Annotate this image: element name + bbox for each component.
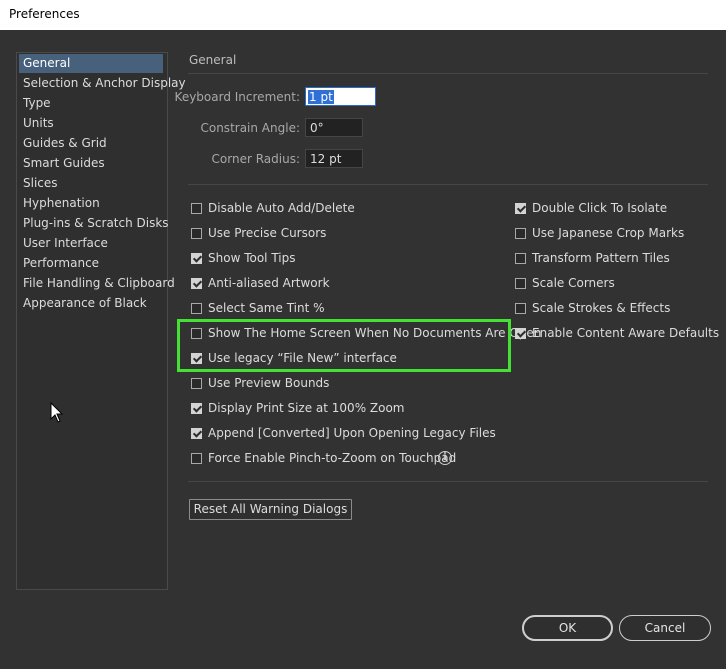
option-label: Use Precise Cursors: [208, 226, 327, 240]
info-icon[interactable]: i: [438, 451, 452, 465]
option-label: Append [Converted] Upon Opening Legacy F…: [208, 426, 496, 440]
checkbox[interactable]: [191, 228, 202, 239]
sidebar-item-general[interactable]: General: [19, 54, 163, 73]
checkbox-checked[interactable]: [191, 253, 202, 264]
checkbox[interactable]: [191, 303, 202, 314]
corner-radius-field[interactable]: 12 pt: [305, 149, 363, 168]
sidebar-item-slices[interactable]: Slices: [19, 174, 163, 193]
section-title: General: [189, 53, 237, 67]
cancel-button[interactable]: Cancel: [619, 615, 711, 641]
checkbox-checked[interactable]: [191, 403, 202, 414]
option-label: Display Print Size at 100% Zoom: [208, 401, 405, 415]
option-label: Double Click To Isolate: [532, 201, 668, 215]
option-label: Select Same Tint %: [208, 301, 325, 315]
checkbox[interactable]: [515, 253, 526, 264]
checkbox[interactable]: [191, 453, 202, 464]
window-title: Preferences: [9, 7, 80, 21]
checkbox-checked[interactable]: [191, 278, 202, 289]
preferences-sidebar: General Selection & Anchor Display Type …: [16, 52, 186, 590]
mouse-cursor-icon: [50, 402, 64, 423]
sidebar-item-smart-guides[interactable]: Smart Guides: [19, 154, 163, 173]
checkbox-checked[interactable]: [191, 428, 202, 439]
title-bar: Preferences: [0, 0, 726, 30]
checkbox[interactable]: [191, 378, 202, 389]
option-label: Scale Strokes & Effects: [532, 301, 671, 315]
sidebar-item-user-interface[interactable]: User Interface: [19, 234, 163, 253]
sidebar-item-performance[interactable]: Performance: [19, 254, 163, 273]
option-label: Force Enable Pinch-to-Zoom on Touchpad: [208, 451, 457, 465]
divider: [188, 73, 708, 74]
option-label: Use Preview Bounds: [208, 376, 330, 390]
divider: [188, 481, 708, 482]
constrain-angle-field[interactable]: 0°: [305, 118, 363, 137]
keyboard-increment-label: Keyboard Increment:: [174, 90, 300, 104]
sidebar-item-hyphenation[interactable]: Hyphenation: [19, 194, 163, 213]
corner-radius-label: Corner Radius:: [211, 152, 300, 166]
sidebar-item-file-handling-clipboard[interactable]: File Handling & Clipboard: [19, 274, 175, 293]
sidebar-item-type[interactable]: Type: [19, 94, 163, 113]
option-label: Enable Content Aware Defaults: [532, 326, 720, 340]
keyboard-increment-field[interactable]: 1 pt: [305, 87, 376, 106]
checkbox[interactable]: [191, 203, 202, 214]
sidebar-item-plugins-scratch-disks[interactable]: Plug-ins & Scratch Disks: [19, 214, 169, 233]
sidebar-item-appearance-of-black[interactable]: Appearance of Black: [19, 294, 163, 313]
keyboard-increment-value: 1 pt: [308, 90, 334, 104]
option-label: Scale Corners: [532, 276, 615, 290]
checkbox-checked[interactable]: [515, 203, 526, 214]
option-label: Disable Auto Add/Delete: [208, 201, 355, 215]
reset-warning-dialogs-button[interactable]: Reset All Warning Dialogs: [189, 499, 352, 520]
checkbox[interactable]: [515, 278, 526, 289]
constrain-angle-label: Constrain Angle:: [200, 121, 300, 135]
sidebar-item-guides-grid[interactable]: Guides & Grid: [19, 134, 163, 153]
checkbox[interactable]: [515, 228, 526, 239]
ok-button[interactable]: OK: [522, 615, 613, 641]
option-label: Transform Pattern Tiles: [532, 251, 670, 265]
checkbox-checked[interactable]: [515, 328, 526, 339]
sidebar-item-units[interactable]: Units: [19, 114, 163, 133]
divider: [188, 184, 708, 185]
option-label: Use Japanese Crop Marks: [532, 226, 685, 240]
checkbox[interactable]: [515, 303, 526, 314]
highlight-box: [177, 319, 511, 372]
option-label: Show Tool Tips: [208, 251, 296, 265]
option-label: Anti-aliased Artwork: [208, 276, 330, 290]
sidebar-item-selection-anchor-display[interactable]: Selection & Anchor Display: [19, 74, 186, 93]
